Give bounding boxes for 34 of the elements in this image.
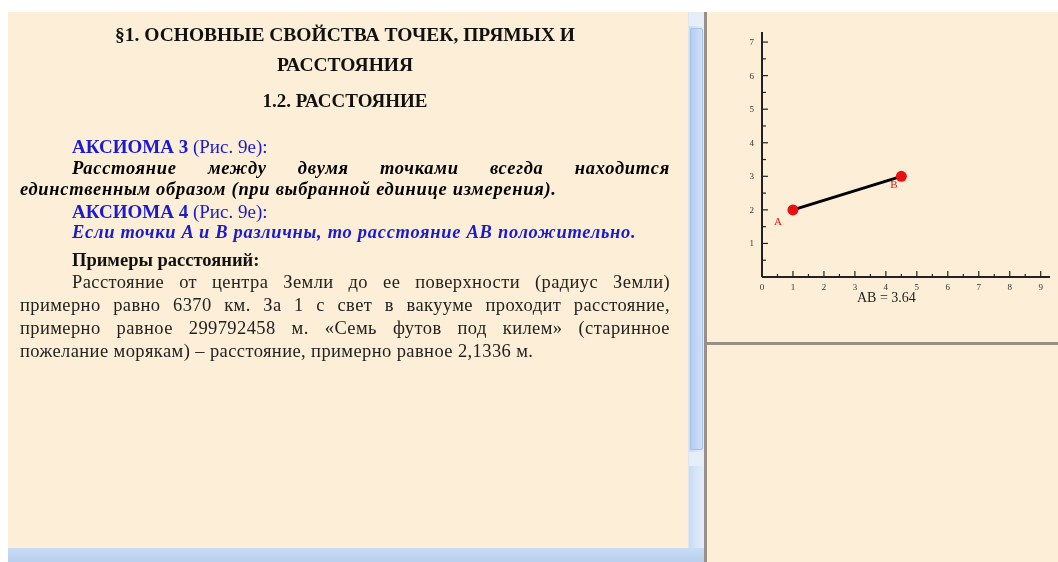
figure-reference: (Рис. 9е): [192, 200, 268, 222]
x-tick-label: 1 [790, 282, 796, 292]
x-tick-label: 7 [976, 282, 981, 292]
axiom-title: АКСИОМА 3 [72, 136, 189, 157]
axiom-statement: Расстояние между двумя точками всегда находится единственным образом (при выбранной единице измерения). [20, 157, 670, 201]
x-tick-label: 8 [1007, 282, 1012, 292]
axiom-statement: Если точки A и B различны, то расстояние AB положительно. [71, 222, 638, 244]
x-tick-label: 3 [852, 282, 858, 292]
subsection-heading: 1.2. РАССТОЯНИЕ [261, 90, 429, 112]
distance-readout: AB = 3.64 [857, 290, 916, 306]
y-tick-label: 1 [749, 238, 754, 249]
axiom-title: АКСИОМА 4 [72, 200, 189, 222]
examples-title: Примеры расстояний: [71, 249, 261, 271]
y-tick-label: 6 [749, 70, 754, 81]
y-tick-label: 5 [749, 104, 754, 115]
vertical-scrollbar[interactable] [688, 12, 704, 548]
x-tick-label: 5 [914, 282, 920, 292]
y-tick-label: 4 [749, 137, 754, 148]
y-tick-label: 7 [749, 37, 754, 48]
section-heading: §1. ОСНОВНЫЕ СВОЙСТВА ТОЧЕК, ПРЯМЫХ И РАССТОЯНИЯ [114, 23, 576, 77]
x-tick-label: 0 [759, 282, 765, 292]
y-tick-label: 2 [749, 204, 754, 215]
y-tick-label: 3 [749, 171, 754, 182]
figure-reference: (Рис. 9е): [192, 136, 268, 157]
x-tick-label: 2 [821, 282, 827, 292]
x-tick-label: 9 [1038, 282, 1043, 292]
point-label: B [890, 178, 898, 191]
x-tick-label: 4 [883, 282, 889, 292]
point-marker[interactable] [895, 170, 907, 182]
horizontal-scrollbar[interactable] [8, 548, 704, 562]
paragraph: Расстояние от центра Земли до ее поверхности (радиус Земли) примерно равно 6370 км. За 1 с свет в вакууме проходит расстояние, примерно равное 299792458 м. «Семь футов под килем» (старинное пожелание морякам) – расстояние, примерно равное 2,1336 м. [20, 271, 670, 363]
point-label: A [773, 214, 782, 227]
point-marker[interactable] [787, 204, 799, 216]
x-tick-label: 6 [945, 282, 951, 292]
